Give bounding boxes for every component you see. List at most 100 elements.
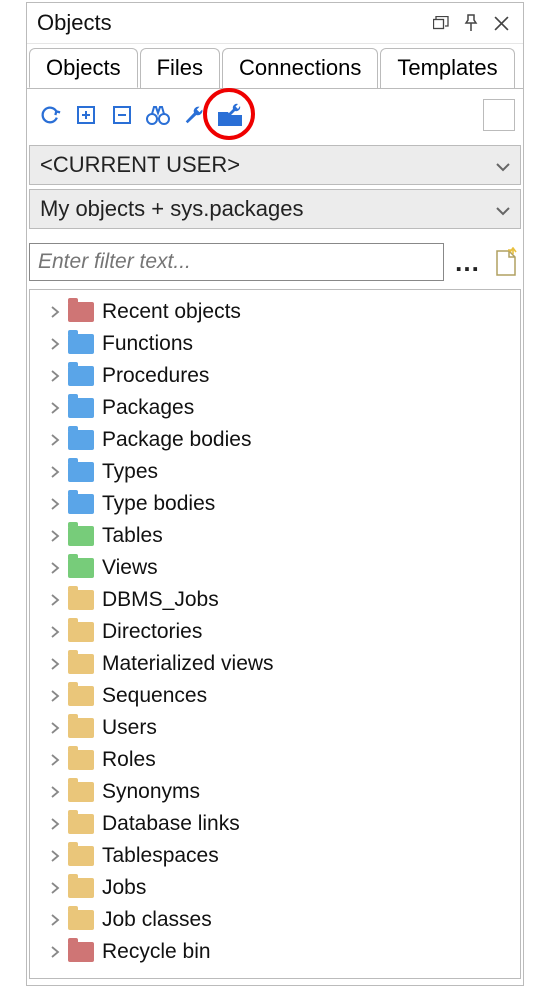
tree-node[interactable]: Packages	[30, 392, 520, 424]
close-icon[interactable]	[489, 12, 513, 34]
tab-objects[interactable]: Objects	[29, 48, 138, 88]
folder-icon	[68, 750, 94, 770]
wrench-button[interactable]	[177, 98, 211, 132]
expand-arrow-icon[interactable]	[48, 305, 62, 319]
filter-row: …	[29, 243, 521, 281]
expand-arrow-icon[interactable]	[48, 913, 62, 927]
expand-arrow-icon[interactable]	[48, 433, 62, 447]
tree-node-label: Views	[102, 556, 158, 580]
tree-node-label: Sequences	[102, 684, 207, 708]
chevron-down-icon	[496, 152, 510, 178]
panel-titlebar: Objects	[27, 3, 523, 44]
expand-arrow-icon[interactable]	[48, 753, 62, 767]
tree-node-label: Materialized views	[102, 652, 274, 676]
new-file-icon	[493, 247, 519, 277]
more-button[interactable]: …	[452, 247, 483, 278]
tab-bar: Objects Files Connections Templates	[27, 48, 523, 88]
tab-templates[interactable]: Templates	[380, 48, 514, 88]
minus-icon	[112, 105, 132, 125]
expand-arrow-icon[interactable]	[48, 689, 62, 703]
expand-arrow-icon[interactable]	[48, 881, 62, 895]
plus-icon	[76, 105, 96, 125]
tree-node[interactable]: Tablespaces	[30, 840, 520, 872]
tree-node[interactable]: Types	[30, 456, 520, 488]
blank-button[interactable]	[483, 99, 515, 131]
expand-arrow-icon[interactable]	[48, 817, 62, 831]
objects-panel: Objects Objects Files Connections Templa…	[26, 2, 524, 986]
tab-label: Objects	[46, 55, 121, 80]
tree-node-label: Package bodies	[102, 428, 251, 452]
tree-node[interactable]: Database links	[30, 808, 520, 840]
expand-arrow-icon[interactable]	[48, 721, 62, 735]
folder-icon	[68, 590, 94, 610]
tree-node[interactable]: Synonyms	[30, 776, 520, 808]
tree-node[interactable]: Recycle bin	[30, 936, 520, 968]
tree-node[interactable]: Job classes	[30, 904, 520, 936]
user-selector[interactable]: <CURRENT USER>	[29, 145, 521, 185]
folder-icon	[68, 846, 94, 866]
tab-connections[interactable]: Connections	[222, 48, 378, 88]
expand-arrow-icon[interactable]	[48, 945, 62, 959]
tree-node[interactable]: Views	[30, 552, 520, 584]
expand-arrow-icon[interactable]	[48, 657, 62, 671]
expand-arrow-icon[interactable]	[48, 593, 62, 607]
tree-node-label: Procedures	[102, 364, 209, 388]
expand-arrow-icon[interactable]	[48, 465, 62, 479]
expand-arrow-icon[interactable]	[48, 625, 62, 639]
tree-node[interactable]: Package bodies	[30, 424, 520, 456]
expand-arrow-icon[interactable]	[48, 401, 62, 415]
filter-input[interactable]	[29, 243, 444, 281]
refresh-button[interactable]	[33, 98, 67, 132]
collapse-button[interactable]	[105, 98, 139, 132]
folder-icon	[68, 622, 94, 642]
find-button[interactable]	[141, 98, 175, 132]
tree-node-label: Functions	[102, 332, 193, 356]
expand-arrow-icon[interactable]	[48, 529, 62, 543]
tab-label: Templates	[397, 55, 497, 80]
expand-arrow-icon[interactable]	[48, 497, 62, 511]
new-object-button[interactable]	[491, 245, 521, 279]
folder-icon	[68, 782, 94, 802]
tab-files[interactable]: Files	[140, 48, 220, 88]
folder-icon	[68, 942, 94, 962]
folder-icon	[68, 430, 94, 450]
tree-node[interactable]: Roles	[30, 744, 520, 776]
scope-selector[interactable]: My objects + sys.packages	[29, 189, 521, 229]
tree-node[interactable]: Procedures	[30, 360, 520, 392]
tree-node[interactable]: Recent objects	[30, 296, 520, 328]
folder-icon	[68, 366, 94, 386]
toolbar	[27, 88, 523, 141]
expand-arrow-icon[interactable]	[48, 561, 62, 575]
folder-icon	[68, 334, 94, 354]
tree-node-label: Job classes	[102, 908, 212, 932]
folder-icon	[68, 494, 94, 514]
tree-node[interactable]: DBMS_Jobs	[30, 584, 520, 616]
tree-node-label: Users	[102, 716, 157, 740]
tree-node[interactable]: Type bodies	[30, 488, 520, 520]
refresh-icon	[39, 104, 61, 126]
tree-node[interactable]: Directories	[30, 616, 520, 648]
restore-icon[interactable]	[429, 12, 453, 34]
panel-title: Objects	[37, 10, 423, 36]
tree-node[interactable]: Sequences	[30, 680, 520, 712]
expand-button[interactable]	[69, 98, 103, 132]
tree-node[interactable]: Materialized views	[30, 648, 520, 680]
folder-icon	[68, 910, 94, 930]
pin-icon[interactable]	[459, 12, 483, 34]
expand-arrow-icon[interactable]	[48, 849, 62, 863]
tree-node[interactable]: Jobs	[30, 872, 520, 904]
tree-node-label: Type bodies	[102, 492, 215, 516]
folder-icon	[68, 718, 94, 738]
tree-node[interactable]: Functions	[30, 328, 520, 360]
tree-node[interactable]: Tables	[30, 520, 520, 552]
object-tree: Recent objects Functions Procedures Package…	[29, 289, 521, 979]
folder-icon	[68, 814, 94, 834]
tree-node[interactable]: Users	[30, 712, 520, 744]
folder-icon	[68, 462, 94, 482]
wrench-folder-button[interactable]	[213, 98, 247, 132]
tree-node-label: Recycle bin	[102, 940, 211, 964]
expand-arrow-icon[interactable]	[48, 369, 62, 383]
folder-icon	[68, 302, 94, 322]
expand-arrow-icon[interactable]	[48, 337, 62, 351]
expand-arrow-icon[interactable]	[48, 785, 62, 799]
